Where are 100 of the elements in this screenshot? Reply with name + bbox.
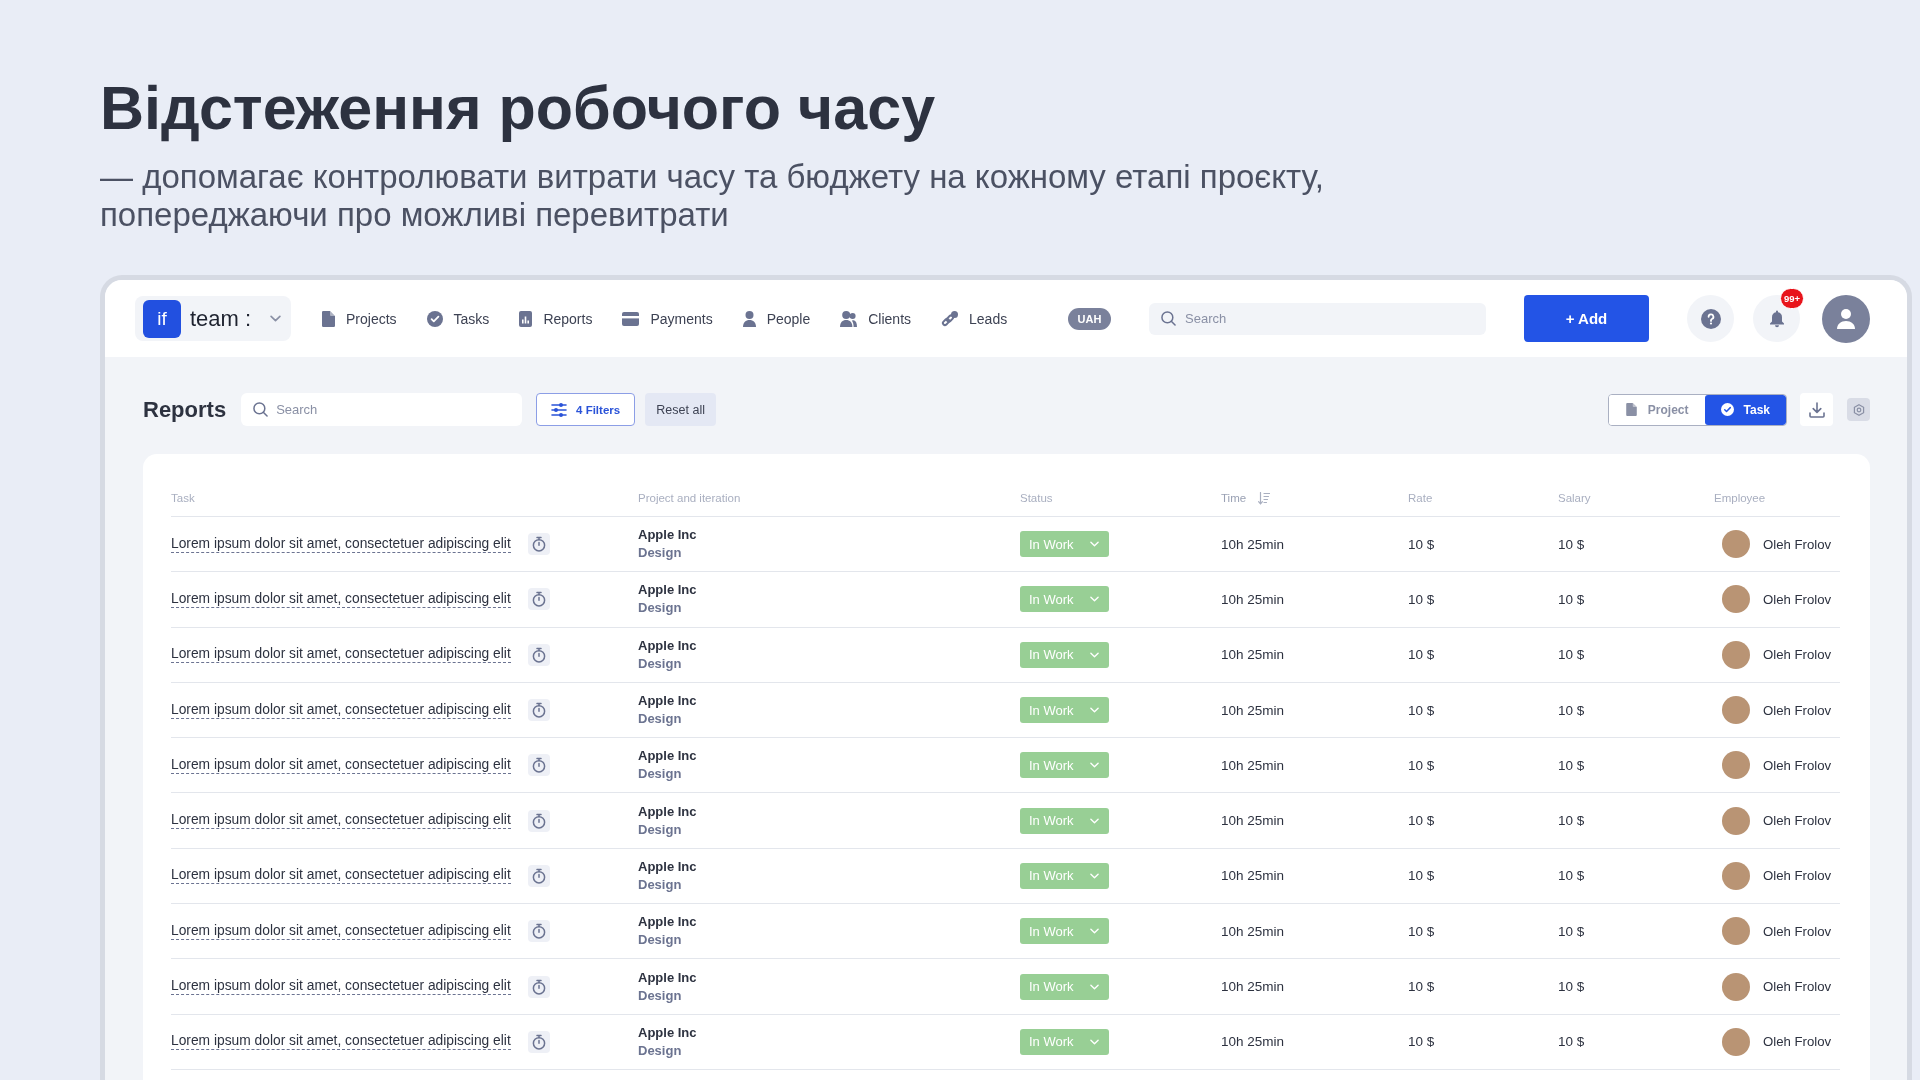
stopwatch-icon[interactable] <box>527 975 550 998</box>
stopwatch-icon[interactable] <box>527 864 550 887</box>
task-link[interactable]: Lorem ipsum dolor sit amet, consectetuer adipiscing elit <box>171 867 511 885</box>
notification-badge: 99+ <box>1780 288 1805 309</box>
stopwatch-icon[interactable] <box>527 643 550 666</box>
stopwatch-icon[interactable] <box>527 699 550 722</box>
avatar-icon <box>1722 530 1750 559</box>
reset-button[interactable]: Reset all <box>645 393 717 426</box>
task-link[interactable]: Lorem ipsum dolor sit amet, consectetuer adipiscing elit <box>171 590 511 608</box>
rate-cell: 10 $ <box>1408 647 1435 663</box>
salary-cell: 10 $ <box>1558 979 1585 994</box>
chevron-down-icon <box>1090 707 1099 714</box>
chevron-down-icon <box>1090 817 1099 824</box>
salary-cell: 10 $ <box>1558 813 1585 829</box>
rate-cell: 10 $ <box>1408 1034 1435 1050</box>
project-name: Apple Inc <box>638 914 697 931</box>
view-tab[interactable]: Task <box>1704 394 1786 425</box>
check-circle-icon <box>1720 403 1734 416</box>
notifications-button[interactable] <box>1753 295 1800 342</box>
time-cell: 10h 25min <box>1221 813 1285 829</box>
iteration-name: Design <box>638 600 682 617</box>
task-link[interactable]: Lorem ipsum dolor sit amet, consectetuer adipiscing elit <box>171 922 511 940</box>
search-icon <box>1161 311 1176 326</box>
nav-link[interactable]: Projects <box>322 310 397 327</box>
nav-link[interactable]: Tasks <box>426 310 490 327</box>
salary-cell: 10 $ <box>1558 591 1585 607</box>
employee-name: Oleh Frolov <box>1763 813 1832 829</box>
nav-link[interactable]: Leads <box>941 310 1008 327</box>
check-circle-icon <box>426 310 443 327</box>
filters-button[interactable]: 4 Filters <box>536 393 636 426</box>
nav-link[interactable]: Reports <box>519 310 593 327</box>
avatar-icon <box>1722 917 1750 946</box>
task-link[interactable]: Lorem ipsum dolor sit amet, consectetuer adipiscing elit <box>171 756 511 774</box>
iteration-name: Design <box>638 932 682 949</box>
employee-name: Oleh Frolov <box>1763 591 1832 607</box>
help-button[interactable] <box>1687 295 1734 342</box>
stopwatch-icon[interactable] <box>527 754 550 777</box>
project-name: Apple Inc <box>638 1024 697 1041</box>
iteration-name: Design <box>638 821 682 838</box>
task-link[interactable]: Lorem ipsum dolor sit amet, consectetuer adipiscing elit <box>171 646 511 664</box>
stopwatch-icon[interactable] <box>527 809 550 832</box>
stopwatch-icon[interactable] <box>527 533 550 556</box>
task-link[interactable]: Lorem ipsum dolor sit amet, consectetuer adipiscing elit <box>171 1033 511 1051</box>
time-cell: 10h 25min <box>1221 868 1285 884</box>
bell-icon <box>1768 309 1785 328</box>
add-button[interactable]: + Add <box>1524 295 1649 342</box>
employee-name: Oleh Frolov <box>1763 979 1832 994</box>
time-cell: 10h 25min <box>1221 1034 1285 1050</box>
people-icon <box>840 310 858 327</box>
card-icon <box>622 311 640 326</box>
project-name: Apple Inc <box>638 693 697 710</box>
nav-link[interactable]: Clients <box>840 310 912 327</box>
employee-name: Oleh Frolov <box>1763 702 1832 718</box>
nav-link[interactable]: Payments <box>622 310 713 327</box>
download-button[interactable] <box>1800 393 1833 426</box>
workspace-switcher[interactable]: if team : <box>135 296 291 341</box>
settings-button[interactable] <box>1847 398 1870 421</box>
currency-button[interactable]: UAH <box>1068 307 1111 330</box>
task-link[interactable]: Lorem ipsum dolor sit amet, consectetuer adipiscing elit <box>171 535 511 553</box>
avatar-icon <box>1722 972 1750 1001</box>
salary-cell: 10 $ <box>1558 702 1585 718</box>
salary-cell: 10 $ <box>1558 868 1585 884</box>
project-name: Apple Inc <box>638 858 697 875</box>
stopwatch-icon[interactable] <box>527 588 550 611</box>
employee-name: Oleh Frolov <box>1763 757 1832 773</box>
time-cell: 10h 25min <box>1221 979 1285 994</box>
time-cell: 10h 25min <box>1221 757 1285 773</box>
chain-icon <box>941 310 959 327</box>
avatar-icon <box>1722 640 1750 669</box>
salary-cell: 10 $ <box>1558 536 1585 552</box>
task-link[interactable]: Lorem ipsum dolor sit amet, consectetuer adipiscing elit <box>171 812 511 830</box>
profile-button[interactable] <box>1822 294 1870 343</box>
rate-cell: 10 $ <box>1408 923 1435 939</box>
salary-cell: 10 $ <box>1558 757 1585 773</box>
page-title: Відстеження робочого часу <box>100 73 937 144</box>
avatar-icon <box>1722 806 1750 835</box>
search-field[interactable]: Search <box>241 393 523 426</box>
chevron-down-icon <box>1090 928 1099 935</box>
task-link[interactable]: Lorem ipsum dolor sit amet, consectetuer adipiscing elit <box>171 978 511 995</box>
download-icon <box>1808 401 1825 418</box>
logo: if <box>143 299 181 338</box>
project-name: Apple Inc <box>638 748 697 765</box>
stopwatch-icon[interactable] <box>527 1030 550 1053</box>
time-cell: 10h 25min <box>1221 923 1285 939</box>
search-field[interactable]: Search <box>1149 302 1486 335</box>
rate-cell: 10 $ <box>1408 979 1435 994</box>
chevron-down-icon <box>1090 762 1099 769</box>
employee-name: Oleh Frolov <box>1763 868 1832 884</box>
chevron-down-icon <box>1090 596 1099 603</box>
reports-title: Reports <box>143 396 227 423</box>
employee-name: Oleh Frolov <box>1763 923 1832 939</box>
project-name: Apple Inc <box>638 637 697 654</box>
chevron-down-icon <box>1090 651 1099 658</box>
stopwatch-icon[interactable] <box>527 920 550 943</box>
user-icon <box>1837 308 1855 329</box>
rate-cell: 10 $ <box>1408 868 1435 884</box>
task-link[interactable]: Lorem ipsum dolor sit amet, consectetuer adipiscing elit <box>171 701 511 719</box>
iteration-name: Design <box>638 987 682 1004</box>
nav-link[interactable]: People <box>742 310 811 327</box>
avatar-icon <box>1722 751 1750 780</box>
